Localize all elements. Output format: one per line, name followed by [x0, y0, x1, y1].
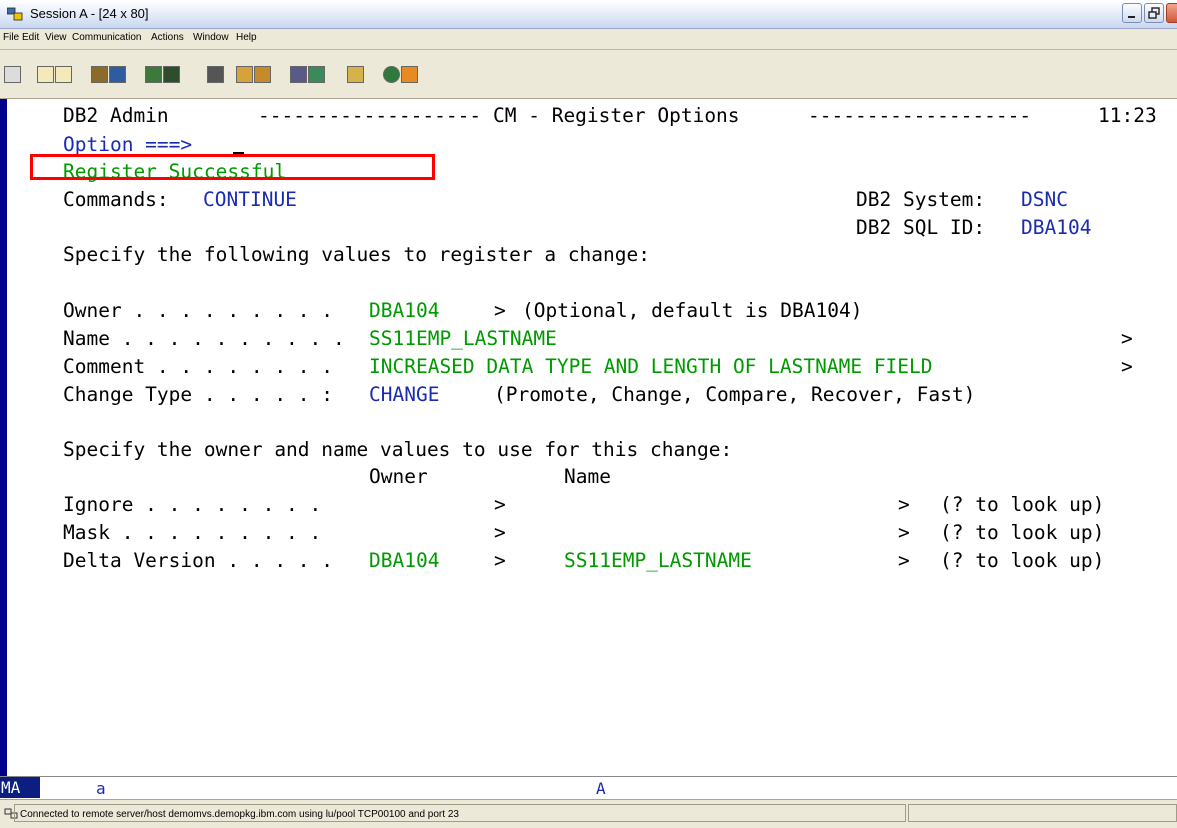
oia-status-indicator: A	[596, 779, 606, 798]
owner-field[interactable]: DBA104	[369, 299, 439, 323]
session-app-icon	[7, 7, 23, 21]
ignore-label: Ignore . . . . . . . .	[63, 493, 322, 516]
commands-label: Commands:	[63, 188, 169, 211]
clipboard-icon[interactable]	[347, 66, 364, 83]
mask-owner-arrow: >	[494, 521, 506, 544]
db2-sqlid-label: DB2 SQL ID:	[856, 216, 986, 239]
transfer-2-icon[interactable]	[308, 66, 325, 83]
receive-icon[interactable]	[109, 66, 126, 83]
status-pane-main	[14, 804, 906, 822]
name-label: Name . . . . . . . . . .	[63, 327, 345, 350]
owner-note: (Optional, default is DBA104)	[522, 299, 863, 322]
screen-left-border	[0, 99, 7, 776]
comment-arrow: >	[1121, 355, 1133, 378]
window-title: Session A - [24 x 80]	[30, 6, 149, 21]
name-arrow: >	[1121, 327, 1133, 350]
header-time: 11:23	[1098, 104, 1157, 127]
change-type-field[interactable]: CHANGE	[369, 383, 439, 407]
globe-icon[interactable]	[383, 66, 400, 83]
column-name-header: Name	[564, 465, 611, 488]
minimize-icon	[1128, 16, 1135, 18]
menu-window[interactable]: Window	[193, 32, 229, 43]
macro-record-icon[interactable]	[163, 66, 180, 83]
display-icon[interactable]	[4, 66, 21, 83]
delta-version-label: Delta Version . . . . .	[63, 549, 334, 572]
screen-title: CM - Register Options	[493, 104, 740, 127]
send-icon[interactable]	[91, 66, 108, 83]
mask-label: Mask . . . . . . . . .	[63, 521, 322, 544]
delta-lookup-note: (? to look up)	[940, 549, 1105, 572]
commands-value: CONTINUE	[203, 188, 297, 211]
delta-owner-arrow: >	[494, 549, 506, 572]
header-dashes-right: -------------------	[808, 104, 1032, 127]
title-bar: Session A - [24 x 80]	[0, 0, 1177, 29]
copy-icon[interactable]	[37, 66, 54, 83]
close-button[interactable]	[1166, 3, 1177, 23]
oia-ma-indicator: MA	[0, 777, 40, 798]
print-icon[interactable]	[207, 66, 224, 83]
ignore-lookup-note: (? to look up)	[940, 493, 1105, 516]
macro-play-icon[interactable]	[145, 66, 162, 83]
mask-name-arrow: >	[898, 521, 910, 544]
header-left: DB2 Admin	[63, 104, 169, 127]
restore-icon	[1148, 7, 1160, 19]
comment-label: Comment . . . . . . . .	[63, 355, 334, 378]
message-highlight-box	[30, 154, 435, 180]
color-icon[interactable]	[236, 66, 253, 83]
oia-session-indicator: a	[96, 779, 106, 798]
owner-label: Owner . . . . . . . . .	[63, 299, 334, 322]
change-type-note: (Promote, Change, Compare, Recover, Fast…	[494, 383, 976, 406]
comment-field[interactable]: INCREASED DATA TYPE AND LENGTH OF LASTNA…	[369, 355, 933, 379]
edit-icon[interactable]	[401, 66, 418, 83]
name-field[interactable]: SS11EMP_LASTNAME	[369, 327, 557, 351]
menu-bar: File Edit View Communication Actions Win…	[0, 29, 1177, 50]
keyboard-icon[interactable]	[254, 66, 271, 83]
owner-arrow: >	[494, 299, 506, 322]
menu-communication[interactable]: Communication	[72, 32, 141, 43]
ignore-name-arrow: >	[898, 493, 910, 516]
status-pane-secondary	[908, 804, 1177, 822]
operator-info-area	[0, 776, 1177, 799]
menu-file[interactable]: File	[3, 32, 19, 43]
menu-edit[interactable]: Edit	[22, 32, 39, 43]
transfer-icon[interactable]	[290, 66, 307, 83]
delta-owner-field[interactable]: DBA104	[369, 549, 439, 573]
paste-icon[interactable]	[55, 66, 72, 83]
instruction-owner-name: Specify the owner and name values to use…	[63, 438, 733, 461]
delta-name-arrow: >	[898, 549, 910, 572]
change-type-label: Change Type . . . . . :	[63, 383, 334, 406]
ignore-owner-field[interactable]	[369, 493, 479, 517]
instruction-register: Specify the following values to register…	[63, 243, 650, 266]
ignore-name-field[interactable]	[564, 493, 864, 517]
db2-system-label: DB2 System:	[856, 188, 986, 211]
menu-actions[interactable]: Actions	[151, 32, 184, 43]
db2-system-value: DSNC	[1021, 188, 1068, 211]
ignore-owner-arrow: >	[494, 493, 506, 516]
restore-button[interactable]	[1144, 3, 1164, 23]
mask-lookup-note: (? to look up)	[940, 521, 1105, 544]
mask-owner-field[interactable]	[369, 521, 479, 545]
menu-help[interactable]: Help	[236, 32, 257, 43]
header-dashes-left: -------------------	[258, 104, 482, 127]
mask-name-field[interactable]	[564, 521, 864, 545]
minimize-button[interactable]	[1122, 3, 1142, 23]
column-owner-header: Owner	[369, 465, 428, 488]
delta-name-field[interactable]: SS11EMP_LASTNAME	[564, 549, 752, 573]
db2-sqlid-value: DBA104	[1021, 216, 1092, 239]
menu-view[interactable]: View	[45, 32, 67, 43]
